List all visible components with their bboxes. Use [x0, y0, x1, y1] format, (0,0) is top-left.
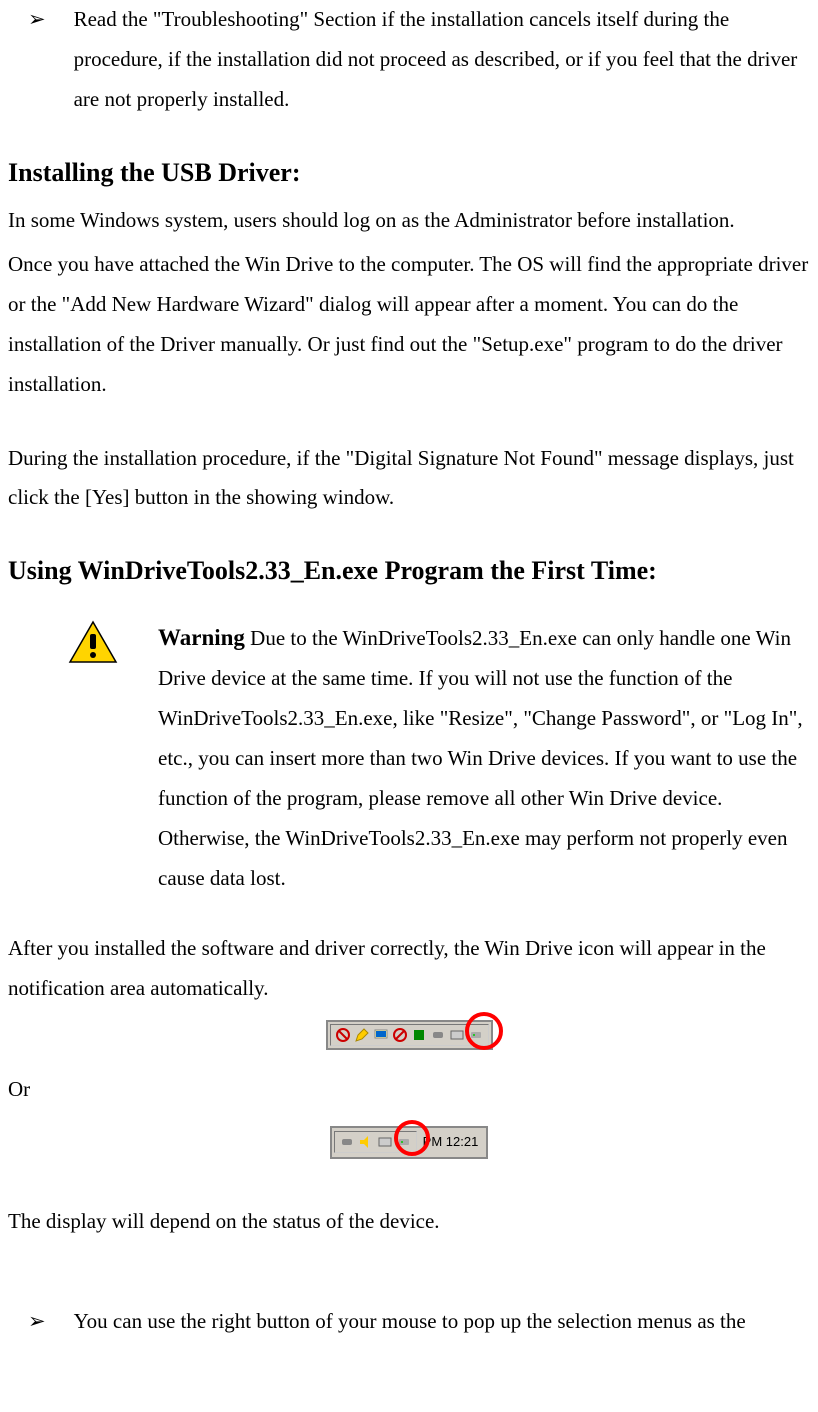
para-display-depends: The display will depend on the status of…	[8, 1202, 810, 1242]
warning-triangle-icon	[68, 620, 118, 666]
systray-image-2: PM 12:21	[8, 1124, 810, 1164]
tray-green-icon	[411, 1027, 427, 1043]
tray-card-icon	[449, 1027, 465, 1043]
para-admin-logon: In some Windows system, users should log…	[8, 201, 810, 241]
para-icon-notification: After you installed the software and dri…	[8, 929, 810, 1009]
tray-pencil-icon	[354, 1027, 370, 1043]
warning-icon-container	[68, 616, 158, 899]
heading-using-windrivetools: Using WinDriveTools2.33_En.exe Program t…	[8, 546, 810, 595]
bullet-marker-icon: ➢	[28, 0, 46, 120]
or-text: Or	[8, 1070, 810, 1110]
bullet-marker-icon: ➢	[28, 1302, 46, 1342]
tray-blocked-icon	[335, 1027, 351, 1043]
tray-card-icon	[377, 1134, 393, 1150]
tray-device-icon	[430, 1027, 446, 1043]
systray-clock: PM 12:21	[417, 1130, 485, 1155]
heading-installing-usb-driver: Installing the USB Driver:	[8, 148, 810, 197]
bullet-text: Read the "Troubleshooting" Section if th…	[66, 0, 810, 120]
warning-content: Warning Due to the WinDriveTools2.33_En.…	[158, 616, 810, 899]
bullet-rightclick: ➢ You can use the right button of your m…	[8, 1302, 810, 1342]
tray-monitor-icon	[373, 1027, 389, 1043]
warning-block: Warning Due to the WinDriveTools2.33_En.…	[8, 616, 810, 899]
tray-nosign-icon	[392, 1027, 408, 1043]
para-attach-device: Once you have attached the Win Drive to …	[8, 245, 810, 405]
systray-image-1	[8, 1017, 810, 1057]
warning-text: Due to the WinDriveTools2.33_En.exe can …	[158, 626, 803, 890]
bullet-troubleshooting: ➢ Read the "Troubleshooting" Section if …	[8, 0, 810, 120]
tray-device-icon	[339, 1134, 355, 1150]
tray-volume-icon	[358, 1134, 374, 1150]
bullet-text: You can use the right button of your mou…	[66, 1302, 810, 1342]
tray-windrive-icon	[396, 1134, 412, 1150]
warning-label: Warning	[158, 625, 245, 650]
para-digital-signature: During the installation procedure, if th…	[8, 439, 810, 519]
tray-windrive-icon	[468, 1027, 484, 1043]
